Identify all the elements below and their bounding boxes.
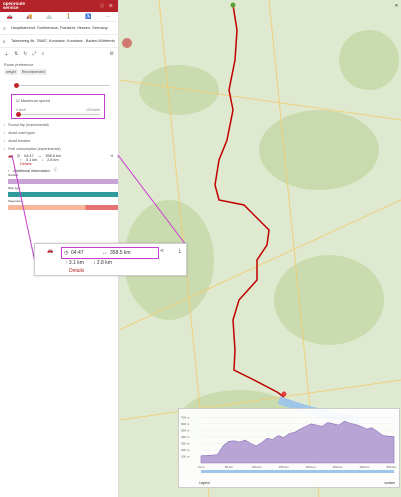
car-icon: 🚗 [47,248,54,254]
app-header: openroute service ⓘ ☰ [0,0,118,12]
roundtrip-icon[interactable]: ↻ [23,51,27,58]
profile-modes: 🚗 🚚 🚲 🚶 ♿ ⋯ [0,12,118,22]
max-speed-slider[interactable] [16,111,100,117]
surface-bar[interactable] [8,179,118,184]
x-tick-label: 150 km [279,465,289,469]
max-speed-highlight: ☑ Maximum speed 0 km/h 120 km/h [11,94,105,119]
wheelchair-icon[interactable]: ♿ [84,13,92,20]
surface-band [201,470,394,473]
start-input[interactable]: Hauptbahnhof, Goethehaus, Frankfurt, Hes… [11,26,115,30]
chip-weight[interactable]: weight [4,69,18,75]
start-marker [230,2,236,8]
elevation-chart: 700 m 600 m 500 m 400 m 300 m 200 m 100 m 0 km 5… [181,415,397,473]
end-place[interactable]: E Talsenweg 4b, 78467, Konstanz, Konstan… [0,35,118,48]
distance-icon: ↔ [102,250,107,256]
info-icon: ⓘ [53,168,58,172]
x-tick-label: 100 km [252,465,262,469]
legend-label[interactable]: Legend [199,481,210,485]
option-avoid-borders[interactable]: › Avoid borders [0,137,118,145]
fit-icon[interactable]: ⤢ [32,51,36,58]
walk-icon[interactable]: 🚶 [65,13,73,20]
route-time: 04:47 [24,153,34,158]
car-icon: 🚗 [8,154,13,158]
y-tick-label: 600 m [181,422,190,426]
chip-recommended[interactable]: Recommended [19,69,47,75]
download-icon[interactable]: ⤓ [179,248,181,254]
map-layers-icon[interactable]: ▤ [395,3,398,7]
logo[interactable]: openroute service [3,1,25,10]
distance-icon: ↔ [37,153,42,158]
y-tick-label: 400 m [181,435,190,439]
expand-icon[interactable]: ⋯ [104,13,112,20]
descent-icon: ↓ [41,158,44,162]
y-tick-label: 500 m [181,428,190,432]
add-place-icon[interactable]: ＋ [4,51,9,58]
elevation-panel: 700 m 600 m 500 m 400 m 300 m 200 m 100 m 0 km 5… [178,408,400,488]
y-tick-label: 700 m [181,415,190,419]
route-summary: 🚗 ◷04:47 ↔358.5 km ⋖ ⤓ ↑3.1 km ↓2.8 km D… [8,153,118,233]
summary-highlight: ◷ 04:47 ↔ 358.5 km [61,247,159,259]
x-tick-label: 300 km [360,465,370,469]
search-icon[interactable]: ⌕ [41,51,44,58]
steepness-label: Steepness [8,199,23,203]
settings-icon[interactable]: ⚙ [110,51,114,58]
option-round-trip[interactable]: › Round trip (experimental) [0,121,118,129]
route-distance: 358.5 km [45,153,61,158]
truck-icon[interactable]: 🚚 [25,13,33,20]
car-icon[interactable]: 🚗 [6,13,14,20]
place-tools: ＋ ⇅ ↻ ⤢ ⌕ ⚙ [0,48,118,61]
x-tick-label: 200 km [306,465,316,469]
option-avoid-road-types[interactable]: › Avoid road types [0,129,118,137]
end-marker [281,391,287,397]
max-speed-checkbox[interactable]: ☑ Maximum speed [16,98,50,103]
x-tick-label: 250 km [333,465,343,469]
route-preference-chips: weight Recommended [0,69,118,75]
menu-icon[interactable]: ☰ [109,3,115,9]
share-icon[interactable]: ⋖ [110,153,113,158]
reverse-icon[interactable]: ⇅ [14,51,18,58]
elevation-area [200,420,395,464]
share-icon[interactable]: ⋖ [160,248,164,254]
option-fuel[interactable]: › Fuel consumption (experimental) [0,145,118,153]
steepness-bar[interactable] [8,205,118,210]
start-place[interactable]: S Hauptbahnhof, Goethehaus, Frankfurt, H… [0,22,118,35]
details-link[interactable]: Details [8,162,118,166]
y-tick-label: 200 m [181,448,190,452]
details-link[interactable]: Details [69,268,84,274]
route-preference-label[interactable]: Route preference [0,61,118,69]
y-tick-label: 100 m [181,454,190,458]
x-tick-label: 50 km [225,465,234,469]
legend-surface[interactable]: surface [385,481,395,485]
waytype-label: Way type [8,186,21,190]
end-input[interactable]: Talsenweg 4b, 78467, Konstanz, Konstanz … [11,39,115,43]
time-icon: ◷ [64,250,69,256]
bike-icon[interactable]: 🚲 [45,13,53,20]
route-slider[interactable] [14,82,110,88]
y-tick-label: 300 m [181,441,190,445]
x-tick-label: 350 km [386,465,396,469]
surface-label: Surface [8,173,19,177]
info-icon[interactable]: ⓘ [100,3,106,9]
summary-zoom-card: 🚗 ◷ 04:47 ↔ 358.5 km ⋖ ⤓ ↑ 3.1 km ↓ 2.8 … [34,243,187,276]
waytype-bar[interactable] [8,192,118,197]
x-tick-label: 0 km [198,465,205,469]
